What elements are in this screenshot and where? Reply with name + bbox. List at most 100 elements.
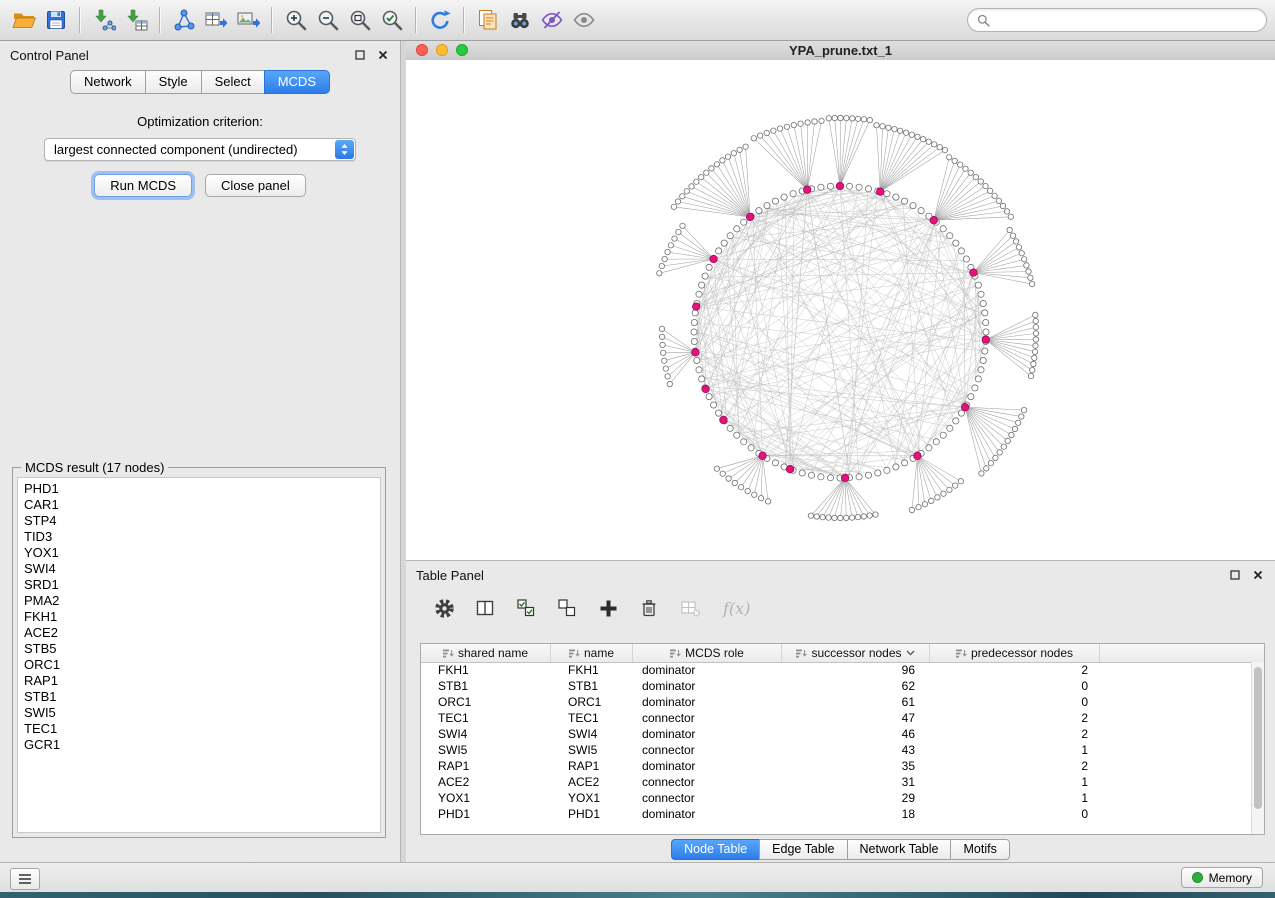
zoom-out-icon[interactable] — [312, 4, 344, 36]
hide-selected-icon[interactable] — [536, 4, 568, 36]
cell-shared-name: YOX1 — [421, 791, 551, 805]
cell-predecessor-nodes: 1 — [930, 743, 1100, 757]
deselect-all-icon[interactable] — [555, 596, 579, 620]
tab-network[interactable]: Network — [70, 70, 146, 94]
table-panel-tabs: Node TableEdge TableNetwork TableMotifs — [406, 839, 1275, 860]
network-canvas[interactable] — [406, 60, 1275, 560]
column-header-successor-nodes[interactable]: successor nodes — [782, 644, 930, 662]
export-network-icon[interactable] — [168, 4, 200, 36]
clone-network-icon[interactable] — [472, 4, 504, 36]
column-header-shared-name[interactable]: shared name — [421, 644, 551, 662]
mcds-result-item[interactable]: ACE2 — [24, 625, 380, 641]
window-zoom-button[interactable] — [456, 44, 468, 56]
column-header-predecessor-nodes[interactable]: predecessor nodes — [930, 644, 1100, 662]
mcds-result-item[interactable]: STP4 — [24, 513, 380, 529]
cell-shared-name: ORC1 — [421, 695, 551, 709]
mcds-result-item[interactable]: STB5 — [24, 641, 380, 657]
column-header-name[interactable]: name — [551, 644, 633, 662]
mcds-result-item[interactable]: SWI5 — [24, 705, 380, 721]
table-row[interactable]: PHD1PHD1dominator180 — [421, 806, 1251, 822]
table-row[interactable]: SWI5SWI5connector431 — [421, 742, 1251, 758]
table-row[interactable]: ACE2ACE2connector311 — [421, 774, 1251, 790]
cell-successor-nodes: 61 — [782, 695, 930, 709]
close-panel-button[interactable]: Close panel — [205, 174, 306, 197]
float-panel-icon[interactable] — [1228, 568, 1242, 582]
tab-select[interactable]: Select — [201, 70, 265, 94]
tab-edge-table[interactable]: Edge Table — [759, 839, 847, 860]
search-input[interactable] — [995, 12, 1257, 28]
table-row[interactable]: TEC1TEC1connector472 — [421, 710, 1251, 726]
cell-name: YOX1 — [551, 791, 633, 805]
tab-motifs[interactable]: Motifs — [950, 839, 1009, 860]
criterion-select[interactable]: largest connected component (undirected) — [44, 138, 356, 161]
table-toolbar: f(x) — [406, 589, 1275, 626]
mcds-result-item[interactable]: SWI4 — [24, 561, 380, 577]
mcds-result-item[interactable]: PHD1 — [24, 481, 380, 497]
save-icon[interactable] — [40, 4, 72, 36]
table-scrollbar[interactable] — [1251, 662, 1264, 834]
function-icon[interactable]: f(x) — [723, 599, 750, 618]
cell-predecessor-nodes: 0 — [930, 679, 1100, 693]
add-column-icon[interactable] — [596, 596, 620, 620]
cell-successor-nodes: 18 — [782, 807, 930, 821]
cell-shared-name: ACE2 — [421, 775, 551, 789]
network-window-title: YPA_prune.txt_1 — [789, 43, 892, 58]
mcds-result-item[interactable]: FKH1 — [24, 609, 380, 625]
zoom-selected-icon[interactable] — [376, 4, 408, 36]
mcds-result-item[interactable]: TID3 — [24, 529, 380, 545]
mcds-result-item[interactable]: RAP1 — [24, 673, 380, 689]
memory-button[interactable]: Memory — [1181, 867, 1263, 888]
control-panel-tabs: NetworkStyleSelectMCDS — [0, 70, 400, 94]
cell-predecessor-nodes: 0 — [930, 695, 1100, 709]
window-close-button[interactable] — [416, 44, 428, 56]
import-network-icon[interactable] — [88, 4, 120, 36]
close-panel-icon[interactable] — [1251, 568, 1265, 582]
zoom-fit-icon[interactable] — [344, 4, 376, 36]
mcds-result-item[interactable]: SRD1 — [24, 577, 380, 593]
network-window-titlebar[interactable]: YPA_prune.txt_1 — [406, 41, 1275, 61]
refresh-icon[interactable] — [424, 4, 456, 36]
delete-table-icon[interactable] — [678, 596, 702, 620]
gear-icon[interactable] — [432, 596, 456, 620]
column-visibility-icon[interactable] — [473, 596, 497, 620]
trash-icon[interactable] — [637, 596, 661, 620]
mcds-result-item[interactable]: ORC1 — [24, 657, 380, 673]
zoom-in-icon[interactable] — [280, 4, 312, 36]
mcds-result-item[interactable]: TEC1 — [24, 721, 380, 737]
cell-name: SWI5 — [551, 743, 633, 757]
open-folder-icon[interactable] — [8, 4, 40, 36]
float-panel-icon[interactable] — [353, 48, 367, 62]
mcds-result-item[interactable]: CAR1 — [24, 497, 380, 513]
binoculars-icon[interactable] — [504, 4, 536, 36]
list-icon — [18, 873, 32, 885]
table-row[interactable]: YOX1YOX1connector291 — [421, 790, 1251, 806]
window-minimize-button[interactable] — [436, 44, 448, 56]
table-row[interactable]: FKH1FKH1dominator962 — [421, 662, 1251, 678]
tab-network-table[interactable]: Network Table — [847, 839, 952, 860]
table-row[interactable]: SWI4SWI4dominator462 — [421, 726, 1251, 742]
mcds-result-item[interactable]: YOX1 — [24, 545, 380, 561]
show-all-icon[interactable] — [568, 4, 600, 36]
mcds-result-item[interactable]: STB1 — [24, 689, 380, 705]
tab-node-table[interactable]: Node Table — [671, 839, 760, 860]
mcds-result-item[interactable]: PMA2 — [24, 593, 380, 609]
panel-menu-button[interactable] — [10, 868, 40, 890]
select-all-icon[interactable] — [514, 596, 538, 620]
mcds-result-item[interactable]: GCR1 — [24, 737, 380, 753]
search-box[interactable] — [967, 8, 1267, 32]
tab-style[interactable]: Style — [145, 70, 202, 94]
export-table-icon[interactable] — [200, 4, 232, 36]
table-row[interactable]: ORC1ORC1dominator610 — [421, 694, 1251, 710]
control-panel-header: Control Panel — [0, 41, 400, 69]
tab-mcds[interactable]: MCDS — [264, 70, 330, 94]
table-row[interactable]: STB1STB1dominator620 — [421, 678, 1251, 694]
table-row[interactable]: RAP1RAP1dominator352 — [421, 758, 1251, 774]
cell-successor-nodes: 62 — [782, 679, 930, 693]
import-table-icon[interactable] — [120, 4, 152, 36]
mcds-result-title: MCDS result (17 nodes) — [21, 460, 168, 475]
scrollbar-thumb[interactable] — [1254, 667, 1262, 809]
column-header-MCDS-role[interactable]: MCDS role — [633, 644, 782, 662]
close-panel-icon[interactable] — [376, 48, 390, 62]
run-mcds-button[interactable]: Run MCDS — [94, 174, 192, 197]
export-image-icon[interactable] — [232, 4, 264, 36]
